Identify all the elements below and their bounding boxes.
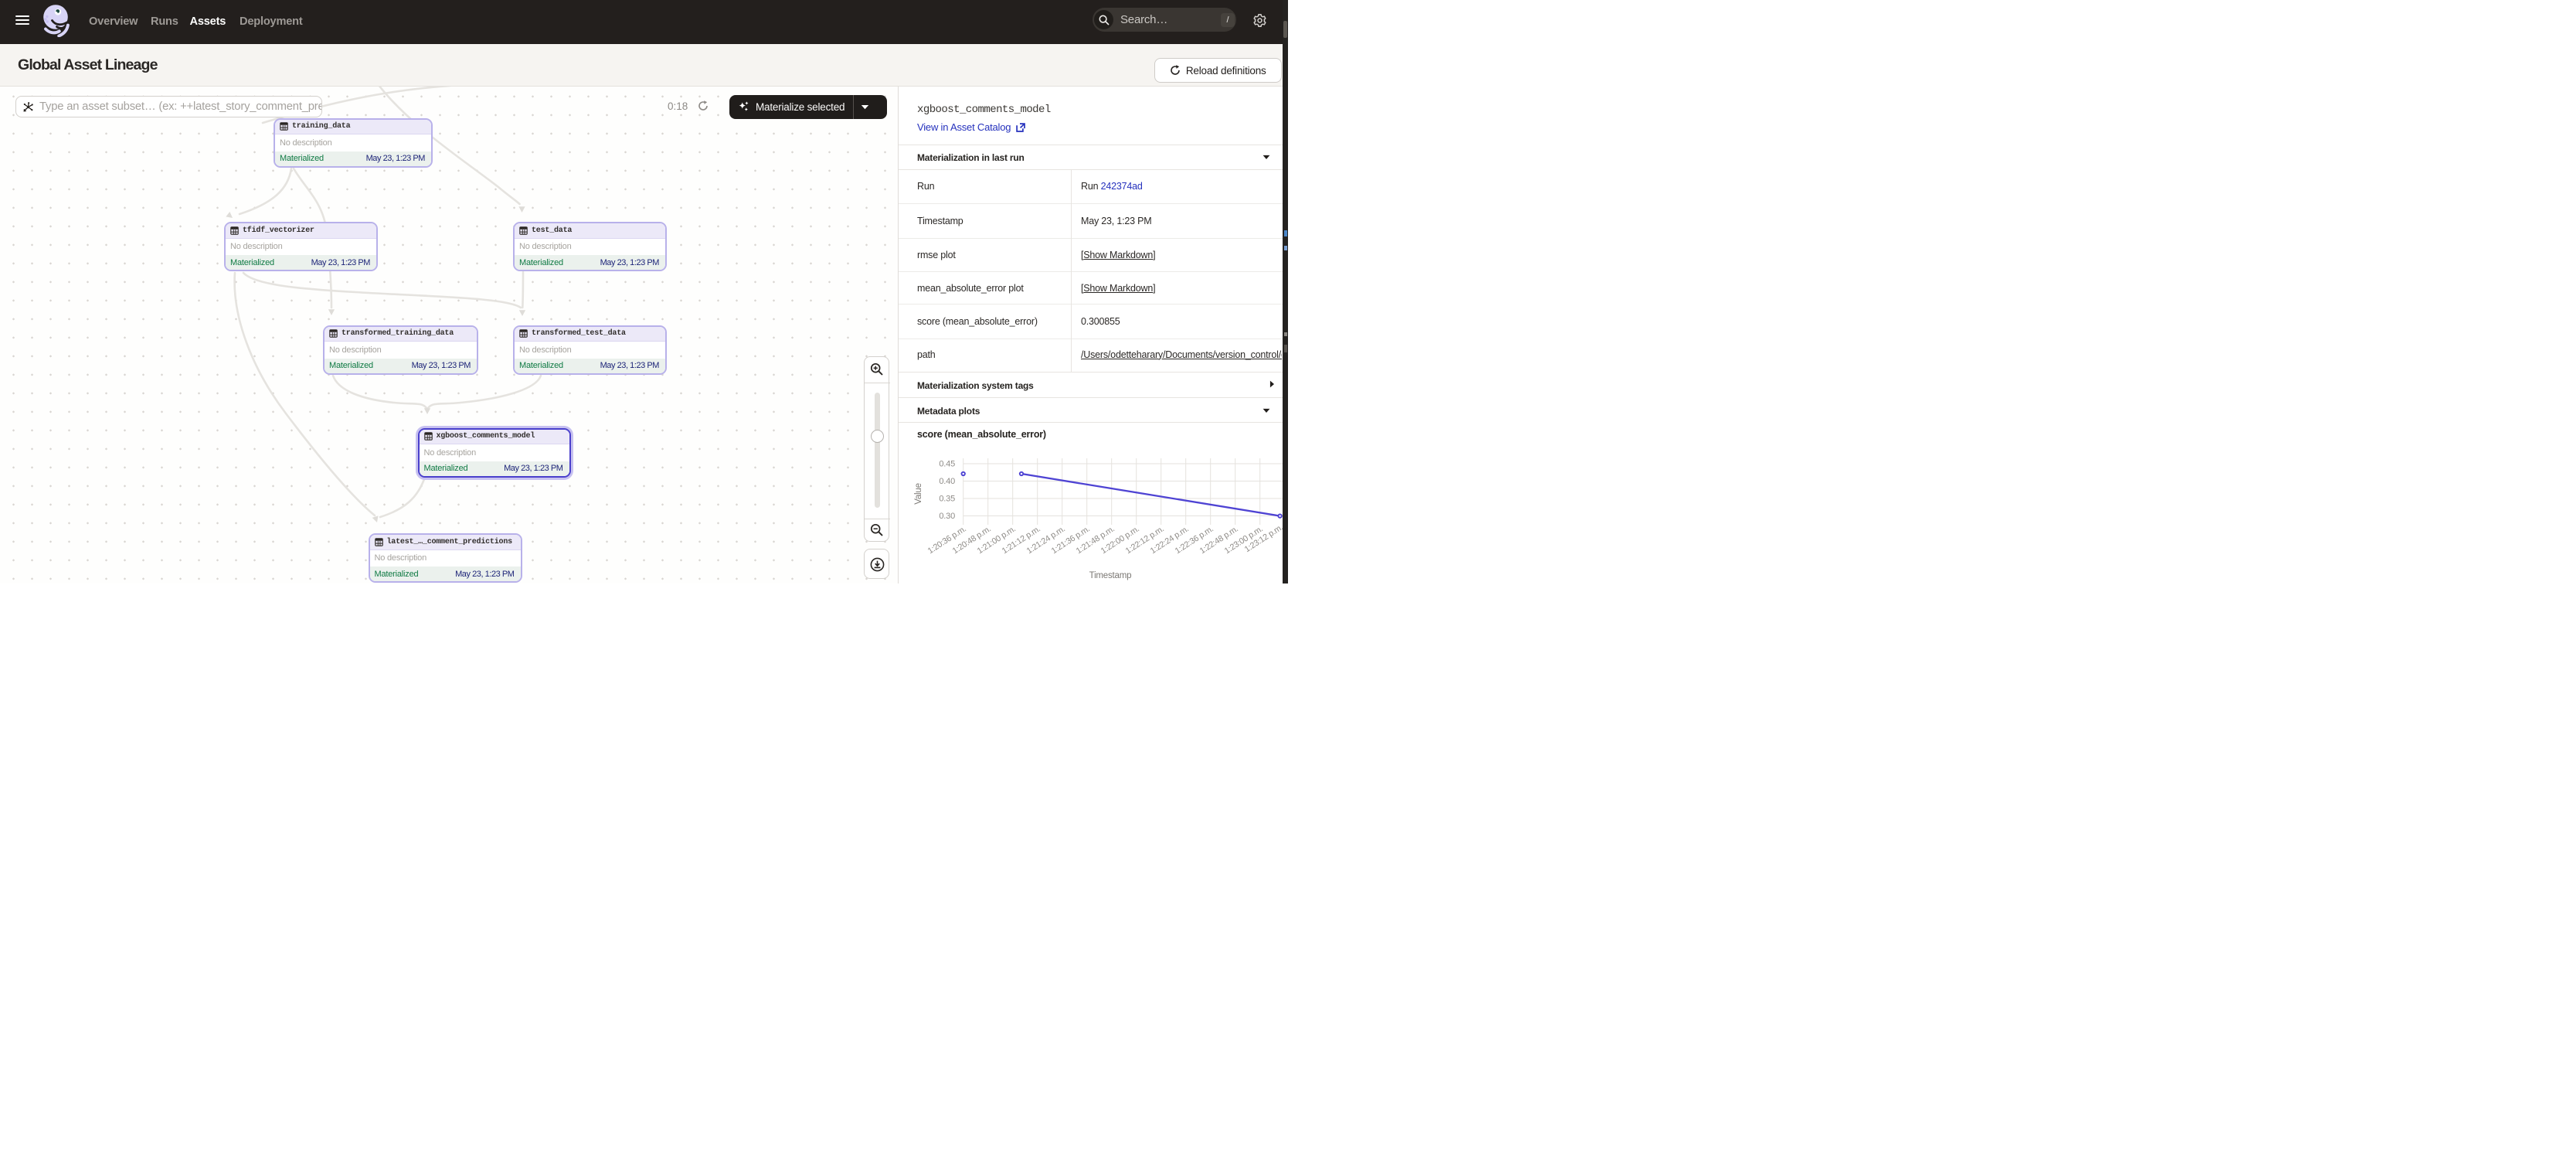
svg-text:Timestamp: Timestamp bbox=[1089, 571, 1132, 580]
svg-text:0.45: 0.45 bbox=[939, 460, 955, 469]
svg-text:Value: Value bbox=[914, 483, 923, 505]
svg-text:0.35: 0.35 bbox=[939, 495, 955, 504]
svg-text:0.30: 0.30 bbox=[939, 512, 955, 521]
svg-text:0.40: 0.40 bbox=[939, 477, 955, 486]
